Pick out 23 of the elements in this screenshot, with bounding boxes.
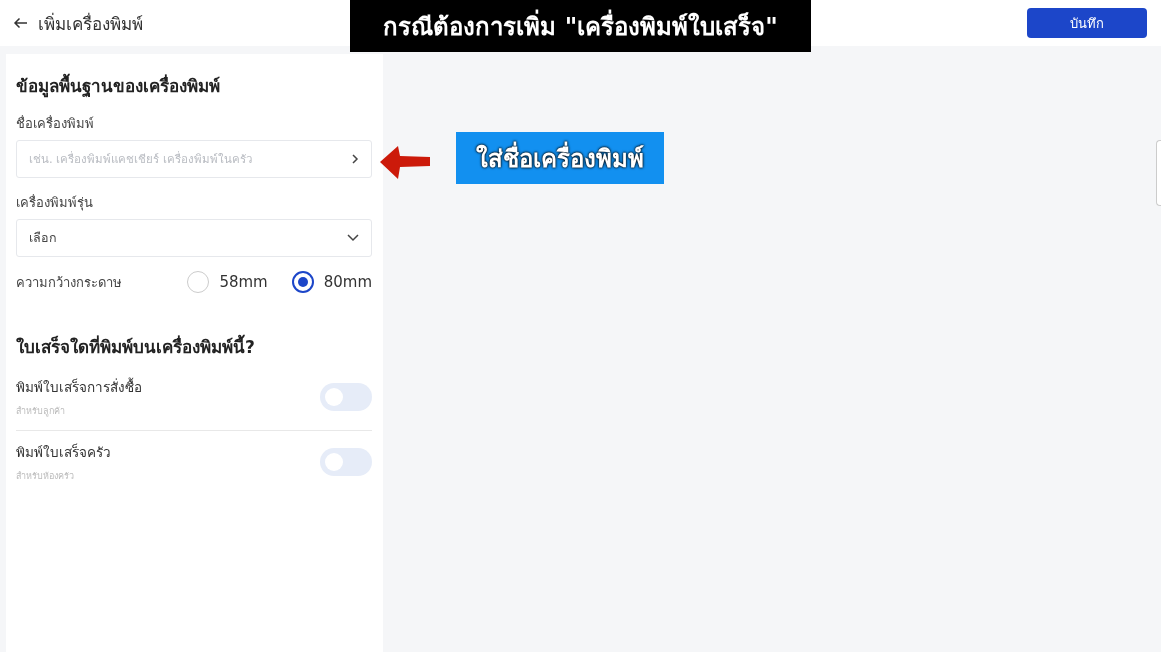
field-label: ความกว้างกระดาษ (16, 273, 122, 292)
toggle-switch[interactable] (320, 448, 372, 476)
caption-label: ใส่ชื่อเครื่องพิมพ์ (456, 132, 664, 184)
chevron-right-icon (350, 153, 360, 165)
field-label: เครื่องพิมพ์รุ่น (16, 193, 94, 213)
receipt-title: พิมพ์ใบเสร็จการสั่งซื้อ (16, 376, 142, 397)
radio-button[interactable] (291, 271, 314, 293)
field-label: ชื่อเครื่องพิมพ์ (16, 114, 95, 133)
printer-model-select[interactable]: เลือก (16, 219, 372, 257)
radio-label: 80mm (323, 273, 372, 291)
caption-banner: กรณีต้องการเพิ่ม "เครื่องพิมพ์ใบเสร็จ" (350, 0, 811, 52)
chevron-down-icon (347, 234, 359, 242)
save-button[interactable]: บันทึก (1027, 8, 1147, 38)
receipt-subtitle: สำหรับลูกค้า (16, 405, 66, 418)
page-title: เพิ่มเครื่องพิมพ์ (38, 11, 143, 36)
printer-name-field[interactable]: เช่น. เครื่องพิมพ์แคชเชียร์ เครื่องพิมพ์ในครัว (16, 140, 372, 178)
section-heading: ข้อมูลพื้นฐานของเครื่องพิมพ์ (16, 72, 372, 99)
receipt-subtitle: สำหรับห้องครัว (16, 470, 75, 483)
toggle-switch[interactable] (320, 383, 372, 411)
receipt-title: พิมพ์ใบเสร็จครัว (16, 442, 111, 462)
side-handle[interactable] (1156, 140, 1161, 206)
section-heading: ใบเสร็จใดที่พิมพ์บนเครื่องพิมพ์นี้? (16, 333, 372, 360)
radio-label: 58mm (219, 273, 268, 291)
